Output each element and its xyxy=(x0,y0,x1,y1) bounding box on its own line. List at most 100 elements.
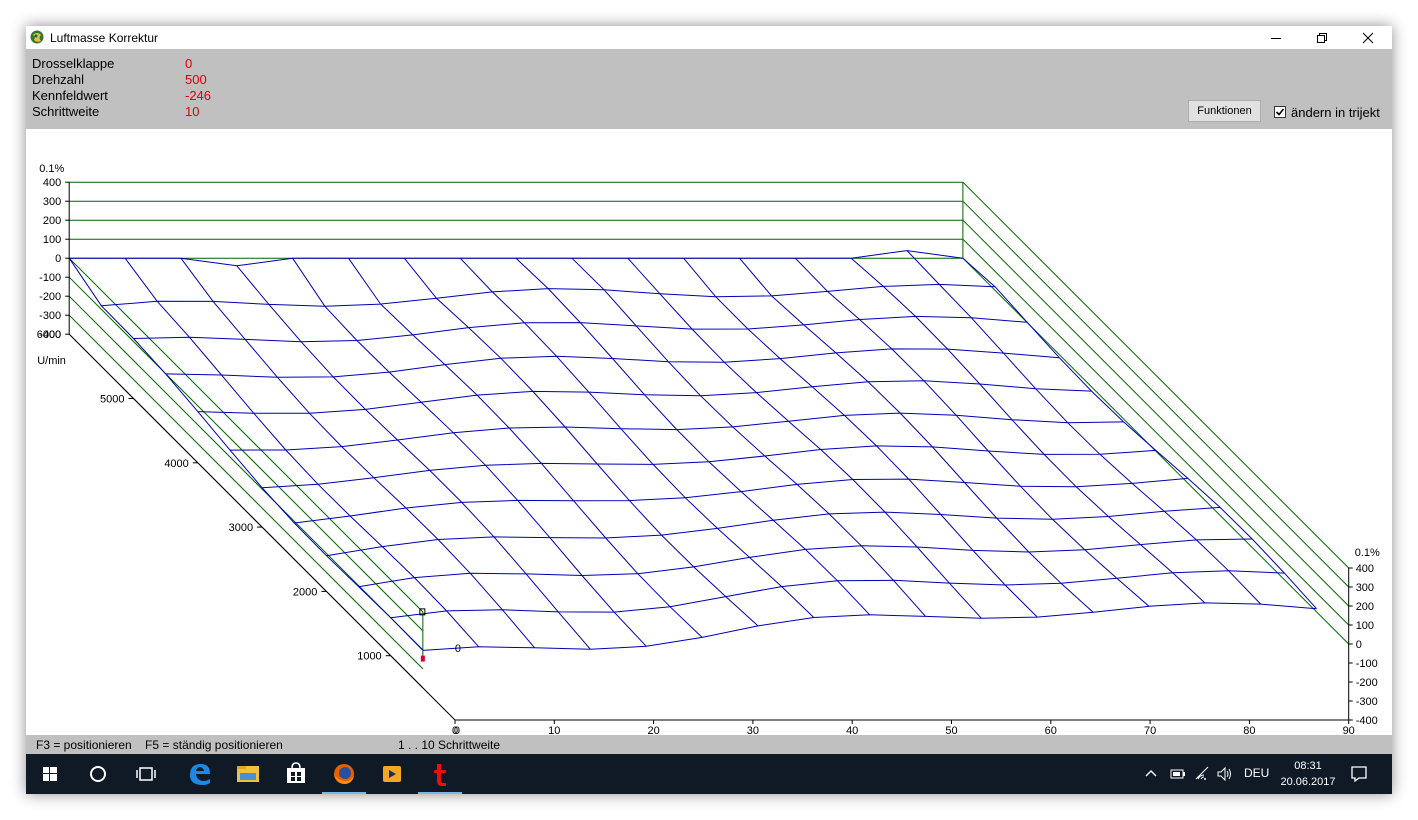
taskbar-trijekt[interactable] xyxy=(416,754,464,794)
mesh-line-rpm xyxy=(390,570,1285,619)
left-wall-line xyxy=(68,295,424,651)
left-wall-line xyxy=(68,276,424,632)
store-icon xyxy=(287,762,305,783)
mesh-line-rpm xyxy=(326,506,1221,557)
d-tick-label: 30 xyxy=(747,725,759,735)
notification-icon[interactable] xyxy=(1350,765,1368,783)
d-tick-label: 10 xyxy=(548,725,560,735)
task-view-button[interactable] xyxy=(122,754,170,794)
z-unit-label-right: 0.1% xyxy=(1355,547,1380,559)
wifi-icon[interactable] xyxy=(1194,766,1210,782)
cursor-point xyxy=(420,655,425,662)
drehzahl-value: 500 xyxy=(185,72,207,87)
taskbar-firefox[interactable] xyxy=(320,754,368,794)
aendern-checkbox[interactable] xyxy=(1274,106,1286,118)
d-tick-label: 40 xyxy=(846,725,858,735)
aendern-checkbox-label[interactable]: ändern in trijekt xyxy=(1291,105,1380,120)
z-tick-label-left: -100 xyxy=(39,272,61,284)
cursor-marker-label: 0 xyxy=(454,725,460,735)
application-window: Luftmasse Korrektur Drosselklappe 0 Dreh… xyxy=(26,26,1392,794)
mesh-line-rpm xyxy=(229,412,1124,451)
status-step: 1 . . 10 Schrittweite xyxy=(398,738,501,752)
rpm-tick-label: 1000 xyxy=(357,651,381,663)
rpm-tick-label: 5000 xyxy=(100,394,124,406)
status-bar: F3 = positionieren F5 = ständig position… xyxy=(26,735,1392,754)
z-tick-label-right: -400 xyxy=(1356,715,1378,727)
mesh-line-rpm xyxy=(133,315,1028,343)
clock-time: 08:31 xyxy=(1294,760,1322,772)
close-button[interactable] xyxy=(1345,26,1391,49)
title-bar[interactable]: Luftmasse Korrektur xyxy=(26,26,1392,49)
taskbar: DEU 08:31 20.06.2017 xyxy=(26,754,1392,794)
side-wall-line xyxy=(962,219,1350,607)
window-title: Luftmasse Korrektur xyxy=(50,31,159,45)
drosselklappe-label: Drosselklappe xyxy=(32,56,115,71)
rpm-tick-label: 3000 xyxy=(229,522,253,534)
mesh-line-d xyxy=(515,257,871,616)
task-view-icon xyxy=(136,767,156,781)
rpm-tick-label: 2000 xyxy=(293,586,317,598)
checkmark-icon xyxy=(1275,108,1285,116)
firefox-icon xyxy=(334,764,354,784)
taskbar-explorer[interactable] xyxy=(224,754,272,794)
funktionen-button[interactable]: Funktionen xyxy=(1188,100,1261,122)
close-icon xyxy=(1362,32,1374,44)
d-tick-label: 90 xyxy=(1343,725,1355,735)
media-player-icon xyxy=(383,766,401,782)
drosselklappe-value: 0 xyxy=(185,56,193,71)
mesh-line-rpm xyxy=(262,445,1156,489)
z-tick-label-left: 300 xyxy=(43,196,61,208)
kennfeldwert-label: Kennfeldwert xyxy=(32,88,108,103)
z-tick-label-right: 400 xyxy=(1356,563,1374,575)
trijekt-icon xyxy=(434,764,446,786)
restore-button[interactable] xyxy=(1299,26,1345,49)
language-indicator[interactable]: DEU xyxy=(1244,766,1269,780)
mesh-line-d xyxy=(236,265,591,650)
minimize-icon xyxy=(1271,38,1281,39)
taskbar-edge[interactable] xyxy=(176,754,224,794)
drehzahl-label: Drehzahl xyxy=(32,72,85,87)
z-tick-label-right: -100 xyxy=(1356,658,1378,670)
z-tick-label-right: 300 xyxy=(1356,582,1374,594)
rpm-tick-label: 6000 xyxy=(37,329,61,341)
left-wall-line xyxy=(68,314,424,670)
d-tick-label: 70 xyxy=(1144,725,1156,735)
z-tick-label-right: 200 xyxy=(1356,601,1374,613)
mesh-line-d xyxy=(794,257,1150,607)
left-wall-line xyxy=(68,257,424,613)
side-wall-line xyxy=(962,181,1350,569)
speaker-icon[interactable] xyxy=(1216,766,1234,782)
battery-icon[interactable] xyxy=(1170,767,1186,781)
mesh-line-d xyxy=(180,257,535,649)
mesh-line-d xyxy=(292,257,647,647)
taskbar-store[interactable] xyxy=(272,754,320,794)
minimize-button[interactable] xyxy=(1253,26,1299,49)
edge-icon xyxy=(190,764,210,785)
cortana-icon xyxy=(90,766,106,782)
clock[interactable]: 08:31 20.06.2017 xyxy=(1278,758,1338,790)
z-tick-label-left: 400 xyxy=(43,177,61,189)
search-button[interactable] xyxy=(74,754,122,794)
z-unit-label-left: 0.1% xyxy=(39,163,64,175)
mesh-line-rpm xyxy=(165,348,1060,378)
start-button[interactable] xyxy=(26,754,74,794)
mesh-line-d xyxy=(403,257,759,627)
mesh-line-d xyxy=(571,257,926,617)
mesh-line-rpm xyxy=(294,477,1188,524)
side-wall-line xyxy=(962,200,1350,588)
schrittweite-value: 10 xyxy=(185,104,200,119)
taskbar-media-player[interactable] xyxy=(368,754,416,794)
z-tick-label-right: 100 xyxy=(1356,620,1374,632)
z-tick-label-left: -300 xyxy=(39,310,61,322)
chevron-up-icon[interactable] xyxy=(1144,767,1158,781)
mesh-line-d xyxy=(683,257,1038,618)
surface-chart[interactable]: 4003002001000-100-200-300-40060000.1%U/m… xyxy=(26,129,1392,751)
rpm-unit-label: U/min xyxy=(37,355,66,367)
surface-chart-area[interactable]: 400 300 200 100 0 -100 -200 -300 -400 6000 0.1% U/m… xyxy=(26,129,1392,751)
d-tick-label: 50 xyxy=(945,725,957,735)
z-tick-label-right: 0 xyxy=(1356,639,1362,651)
d-tick-label: 60 xyxy=(1045,725,1057,735)
mesh-line-rpm xyxy=(197,380,1092,414)
mesh-line-d xyxy=(348,257,703,638)
schrittweite-label: Schrittweite xyxy=(32,104,100,119)
